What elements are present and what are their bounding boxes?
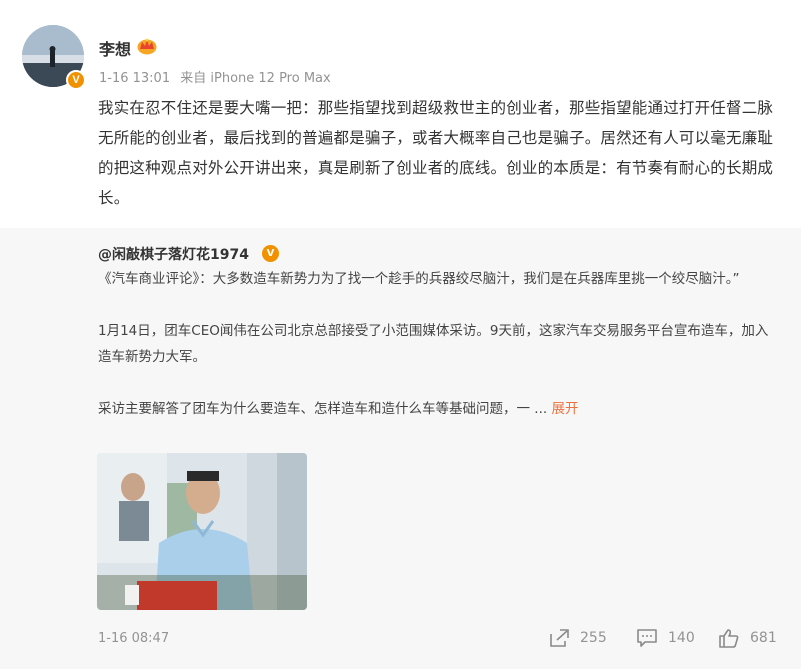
comment-count: 140 [668,630,695,646]
repost-paragraph: 《汽车商业评论》：大多数造车新势力为了找一个趁手的兵器绞尽脑汁，我们是在兵器库里… [98,271,740,287]
repost-verified-badge: V [262,245,279,262]
verified-badge: V [66,70,86,90]
post-meta: 1-16 13:01 来自 iPhone 12 Pro Max [99,67,337,86]
crown-icon [137,38,157,55]
repost-time[interactable]: 1-16 08:47 [98,631,169,646]
thumbs-up-icon [719,629,739,648]
repost-author-name[interactable]: @闲敲棋子落灯花1974 [98,244,249,264]
post-time[interactable]: 1-16 13:01 [99,71,170,86]
share-button[interactable]: 255 [548,626,607,650]
weibo-post-card: V 李想 1-16 13:01 来自 iPhone 12 Pro Max 我实在… [0,0,801,669]
reposted-content: @闲敲棋子落灯花1974 V 《汽车商业评论》：大多数造车新势力为了找一个趁手的… [0,228,801,669]
like-button[interactable]: 681 [718,626,777,650]
post-text: 我实在忍不住还是要大嘴一把：那些指望找到超级救世主的创业者，那些指望能通过打开任… [98,99,774,207]
share-count: 255 [580,630,607,646]
repost-text: 《汽车商业评论》：大多数造车新势力为了找一个趁手的兵器绞尽脑汁，我们是在兵器库里… [98,266,778,422]
comment-icon [637,629,657,647]
comment-button[interactable]: 140 [636,626,695,650]
expand-link[interactable]: 展开 [551,401,578,417]
post-author-name[interactable]: 李想 [99,36,131,60]
like-count: 681 [750,630,777,646]
repost-paragraph-truncated: 采访主要解答了团车为什么要造车、怎样造车和造什么车等基础问题，一 ... 展开 [98,396,778,422]
share-icon [550,629,569,647]
post-source: 来自 iPhone 12 Pro Max [180,71,331,86]
repost-image[interactable] [97,453,307,610]
repost-truncated-text: 采访主要解答了团车为什么要造车、怎样造车和造什么车等基础问题，一 ... [98,401,548,417]
repost-paragraph: 1月14日，团车CEO闻伟在公司北京总部接受了小范围媒体采访。9天前，这家汽车交… [98,323,769,365]
